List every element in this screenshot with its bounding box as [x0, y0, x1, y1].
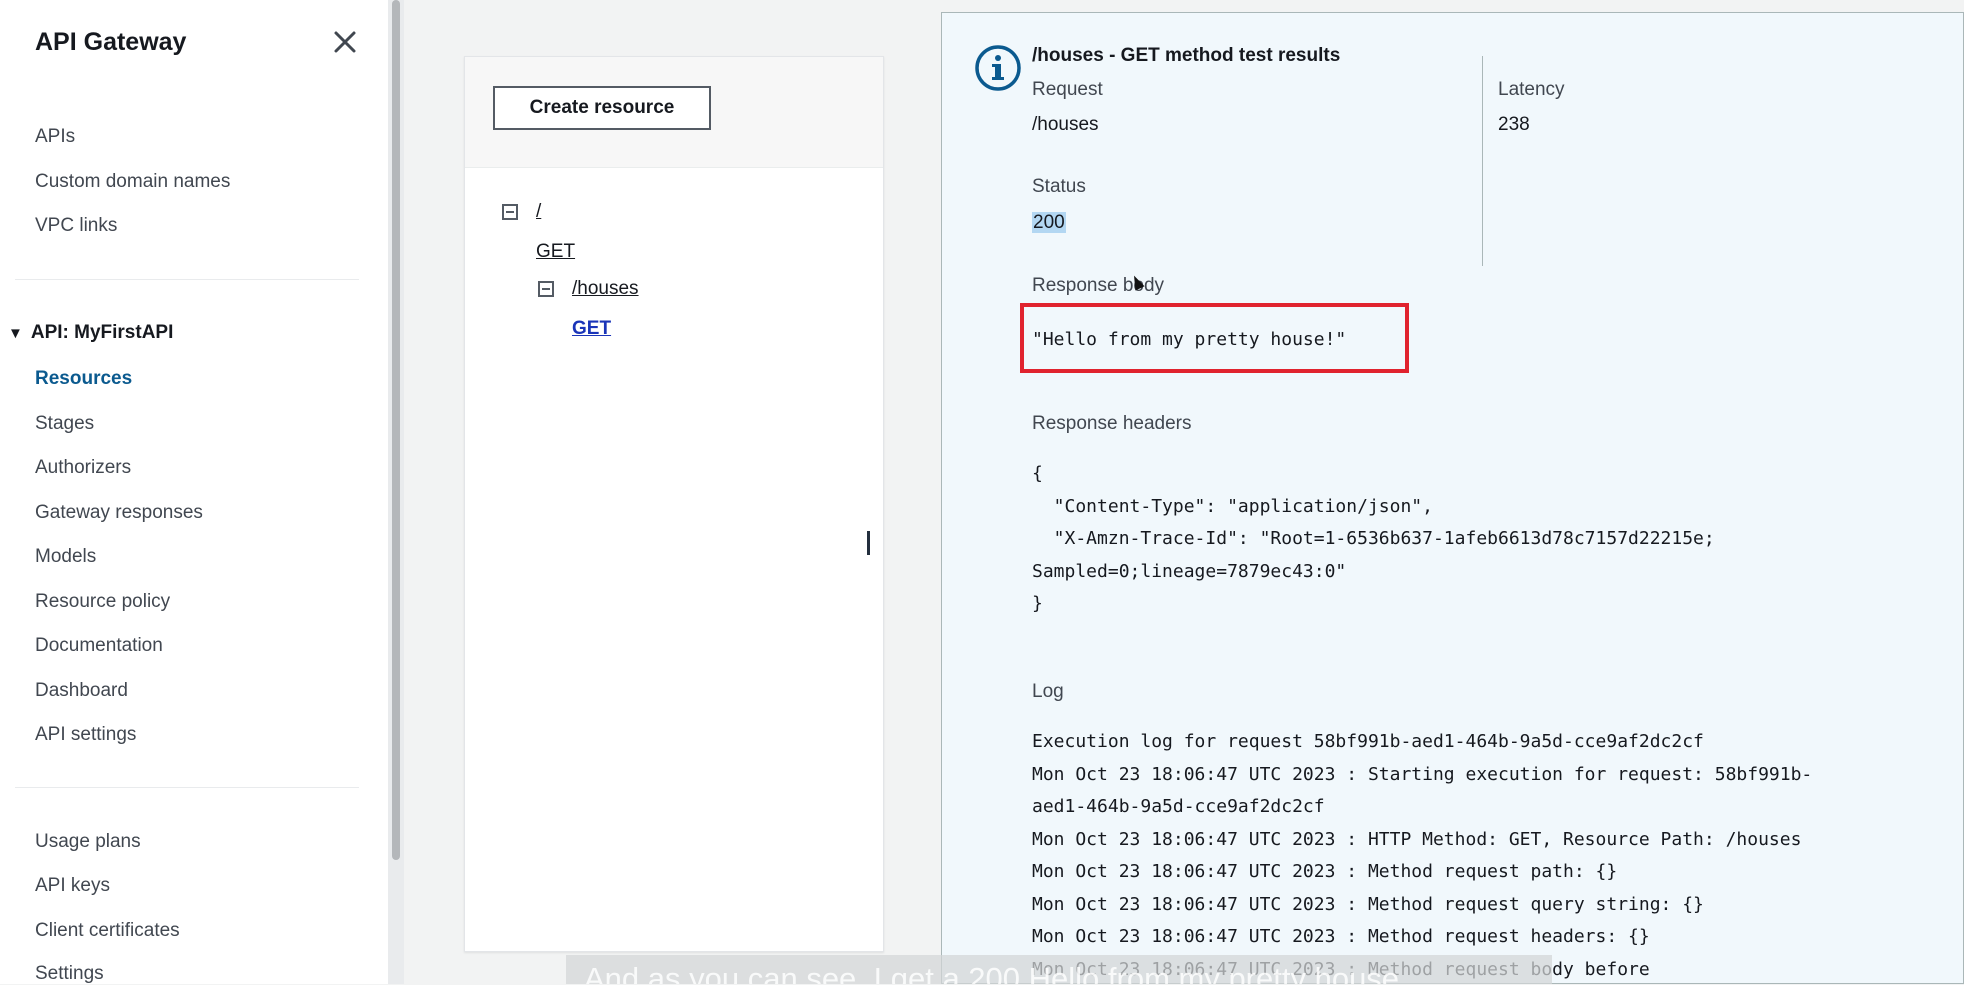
sidebar-divider	[15, 279, 359, 280]
sidebar-item-resource-policy[interactable]: Resource policy	[35, 591, 170, 613]
sidebar-item-settings[interactable]: Settings	[35, 963, 104, 985]
sidebar-item-models[interactable]: Models	[35, 546, 96, 568]
response-headers-line: Sampled=0;lineage=7879ec43:0"	[1032, 561, 1347, 582]
sidebar-scrollbar-thumb[interactable]	[392, 0, 400, 860]
sidebar-section-api[interactable]: ▼ API: MyFirstAPI	[8, 322, 173, 344]
test-results-panel: /houses - GET method test results Reques…	[941, 12, 1964, 984]
sidebar-item-api-keys[interactable]: API keys	[35, 875, 110, 897]
close-icon[interactable]	[329, 26, 361, 58]
sidebar-item-resources[interactable]: Resources	[35, 368, 132, 390]
sidebar-item-usage-plans[interactable]: Usage plans	[35, 831, 141, 853]
sidebar-item-vpc-links[interactable]: VPC links	[35, 215, 117, 237]
create-resource-button[interactable]: Create resource	[493, 86, 711, 130]
sidebar: API Gateway APIs Custom domain names VPC…	[0, 0, 388, 984]
results-title: /houses - GET method test results	[1032, 45, 1341, 66]
latency-label: Latency	[1498, 79, 1565, 100]
collapse-icon[interactable]	[538, 281, 554, 297]
log-line: aed1-464b-9a5d-cce9af2dc2cf	[1032, 796, 1325, 817]
resources-toolbar: Create resource	[465, 57, 883, 168]
sidebar-divider	[15, 787, 359, 788]
latency-value: 238	[1498, 114, 1530, 135]
log-line: Execution log for request 58bf991b-aed1-…	[1032, 731, 1704, 752]
log-line: Mon Oct 23 18:06:47 UTC 2023 : Method re…	[1032, 926, 1650, 947]
status-label: Status	[1032, 176, 1086, 197]
sidebar-item-api-settings[interactable]: API settings	[35, 724, 136, 746]
response-headers-line: "X-Amzn-Trace-Id": "Root=1-6536b637-1afe…	[1032, 528, 1715, 549]
response-headers-label: Response headers	[1032, 413, 1192, 434]
sidebar-item-client-certificates[interactable]: Client certificates	[35, 920, 180, 942]
log-label: Log	[1032, 681, 1064, 702]
request-label: Request	[1032, 79, 1103, 100]
status-value-wrap: 200	[1032, 212, 1066, 234]
sidebar-section-label: API: MyFirstAPI	[30, 322, 174, 343]
request-value: /houses	[1032, 114, 1099, 135]
log-line: Mon Oct 23 18:06:47 UTC 2023 : HTTP Meth…	[1032, 829, 1802, 850]
response-headers-line: {	[1032, 463, 1043, 484]
status-value: 200	[1032, 212, 1066, 233]
sidebar-item-authorizers[interactable]: Authorizers	[35, 457, 131, 479]
sidebar-item-stages[interactable]: Stages	[35, 413, 94, 435]
log-line: Mon Oct 23 18:06:47 UTC 2023 : Method re…	[1032, 894, 1704, 915]
sidebar-title: API Gateway	[35, 28, 187, 56]
video-caption-bar: And as you can see, I get a 200 Hello fr…	[566, 955, 1552, 984]
log-line: Mon Oct 23 18:06:47 UTC 2023 : Starting …	[1032, 764, 1813, 785]
tree-method-get-selected[interactable]: GET	[572, 318, 611, 340]
response-body-value: "Hello from my pretty house!"	[1032, 329, 1347, 350]
log-line: Mon Oct 23 18:06:47 UTC 2023 : Method re…	[1032, 861, 1618, 882]
tree-resource-houses[interactable]: /houses	[572, 278, 639, 300]
video-caption-text: And as you can see, I get a 200 Hello fr…	[584, 961, 1400, 984]
panel-resize-handle[interactable]	[867, 531, 870, 555]
response-headers-line: "Content-Type": "application/json",	[1032, 496, 1433, 517]
tree-method-get[interactable]: GET	[536, 241, 575, 263]
sidebar-item-documentation[interactable]: Documentation	[35, 635, 163, 657]
info-icon	[975, 45, 1021, 91]
sidebar-item-custom-domain-names[interactable]: Custom domain names	[35, 171, 230, 193]
collapse-icon[interactable]	[502, 204, 518, 220]
sidebar-item-apis[interactable]: APIs	[35, 126, 75, 148]
results-divider	[1482, 56, 1483, 266]
response-headers-line: }	[1032, 593, 1043, 614]
sidebar-item-dashboard[interactable]: Dashboard	[35, 680, 128, 702]
sidebar-item-gateway-responses[interactable]: Gateway responses	[35, 502, 203, 524]
resources-panel: Create resource / GET /houses GET	[464, 56, 884, 952]
tree-resource-root[interactable]: /	[536, 201, 541, 223]
caret-down-icon: ▼	[8, 324, 23, 342]
